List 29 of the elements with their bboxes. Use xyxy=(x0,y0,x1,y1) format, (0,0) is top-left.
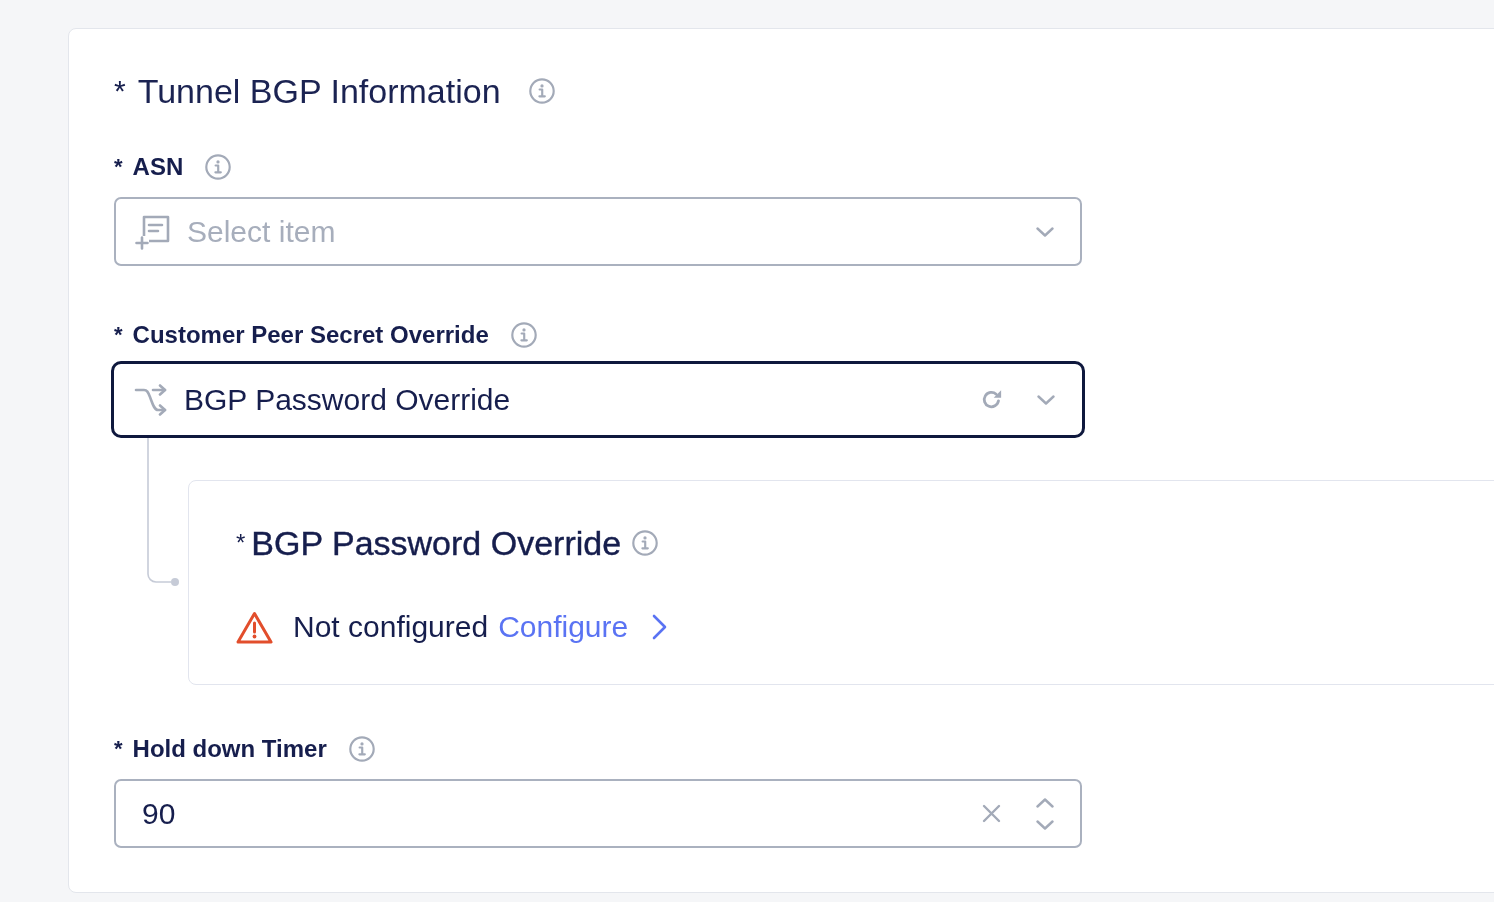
required-marker: * xyxy=(114,76,126,106)
info-icon[interactable] xyxy=(348,736,375,762)
chevron-down-icon[interactable] xyxy=(1036,226,1054,237)
chevron-down-icon[interactable] xyxy=(1036,819,1054,830)
branch-arrows-icon xyxy=(134,383,168,416)
info-icon[interactable] xyxy=(528,78,555,104)
section-title: Tunnel BGP Information xyxy=(137,71,501,111)
info-icon[interactable] xyxy=(205,154,232,180)
select-field[interactable]: BGP Password Override xyxy=(111,361,1085,438)
chevron-up-icon[interactable] xyxy=(1036,797,1054,808)
chevron-right-icon xyxy=(652,614,668,640)
clear-icon[interactable] xyxy=(982,804,1001,823)
required-marker: * xyxy=(236,531,246,555)
field-label: ASN xyxy=(132,152,184,182)
list-plus-icon xyxy=(135,213,171,250)
number-input[interactable]: 90 xyxy=(114,779,1082,848)
field-label: Customer Peer Secret Override xyxy=(132,320,489,350)
configure-link[interactable]: Configure xyxy=(498,610,668,644)
warning-icon xyxy=(236,610,273,644)
required-marker: * xyxy=(114,324,123,346)
info-icon[interactable] xyxy=(632,530,659,556)
info-icon[interactable] xyxy=(510,322,537,348)
panel-title: BGP Password Override xyxy=(251,523,622,563)
required-marker: * xyxy=(114,738,123,760)
chevron-down-icon[interactable] xyxy=(1037,394,1055,405)
required-marker: * xyxy=(114,156,123,178)
refresh-icon[interactable] xyxy=(981,389,1002,410)
status-text: Not configured xyxy=(293,610,489,644)
field-label: Hold down Timer xyxy=(132,734,327,764)
